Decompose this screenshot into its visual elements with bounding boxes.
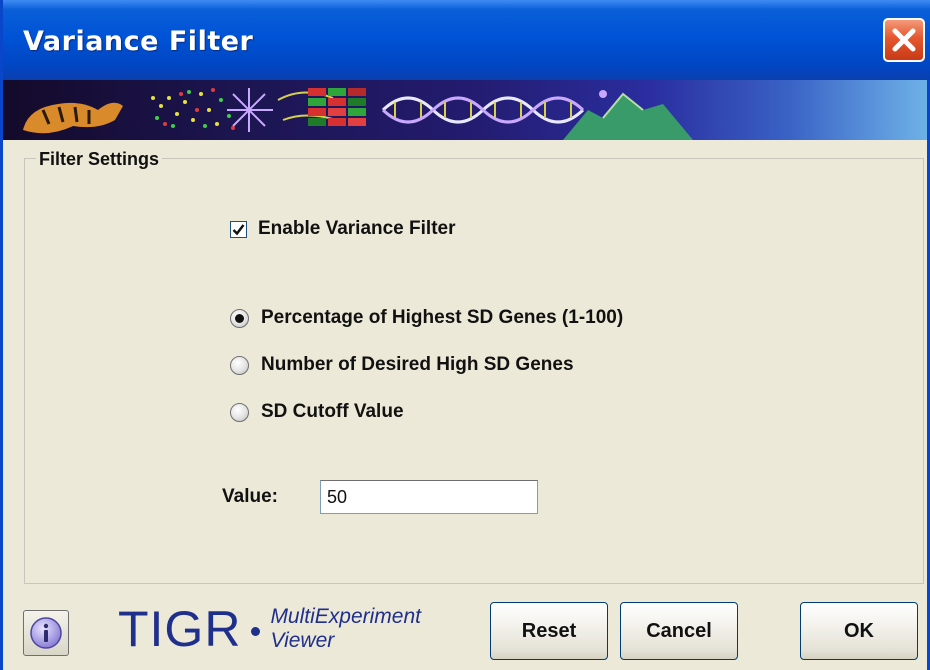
logo-subtitle: MultiExperiment Viewer bbox=[270, 605, 421, 653]
variance-filter-dialog: Variance Filter Filter Settings Enable V… bbox=[0, 0, 930, 670]
cancel-button[interactable]: Cancel bbox=[620, 602, 738, 660]
logo-subtitle-line2: Viewer bbox=[270, 629, 335, 652]
close-icon bbox=[892, 28, 916, 52]
checkbox-box[interactable] bbox=[230, 220, 247, 238]
window-title: Variance Filter bbox=[23, 26, 254, 57]
logo-tigr-text: TIGR bbox=[118, 601, 242, 657]
radio-percentage-highest-sd[interactable]: Percentage of Highest SD Genes (1-100) bbox=[230, 307, 623, 329]
radio-label: Number of Desired High SD Genes bbox=[261, 354, 574, 375]
title-bar[interactable]: Variance Filter bbox=[0, 0, 930, 80]
radio-number-high-sd[interactable]: Number of Desired High SD Genes bbox=[230, 354, 574, 376]
radio-sd-cutoff[interactable]: SD Cutoff Value bbox=[230, 401, 404, 423]
window-border-left bbox=[0, 80, 3, 670]
radio-label: Percentage of Highest SD Genes (1-100) bbox=[261, 307, 624, 328]
tigr-banner-image bbox=[3, 80, 930, 140]
logo-dot bbox=[251, 626, 261, 636]
filter-settings-label: Filter Settings bbox=[36, 149, 163, 170]
radio-label: SD Cutoff Value bbox=[261, 401, 404, 422]
radio-button[interactable] bbox=[230, 355, 249, 375]
info-button[interactable] bbox=[23, 610, 69, 656]
radio-button-selected[interactable] bbox=[230, 308, 249, 328]
ok-button[interactable]: OK bbox=[800, 602, 918, 660]
tigr-mev-logo: TIGR MultiExperiment Viewer bbox=[118, 600, 421, 658]
reset-button[interactable]: Reset bbox=[490, 602, 608, 660]
checkmark-icon bbox=[232, 223, 245, 235]
value-label: Value: bbox=[222, 486, 278, 507]
radio-button[interactable] bbox=[230, 402, 249, 422]
value-input[interactable] bbox=[320, 480, 538, 514]
enable-variance-filter-label: Enable Variance Filter bbox=[258, 218, 456, 239]
close-button[interactable] bbox=[883, 18, 925, 62]
enable-variance-filter-checkbox[interactable]: Enable Variance Filter bbox=[230, 218, 455, 240]
info-icon bbox=[30, 617, 62, 649]
logo-subtitle-line1: MultiExperiment bbox=[270, 605, 421, 628]
